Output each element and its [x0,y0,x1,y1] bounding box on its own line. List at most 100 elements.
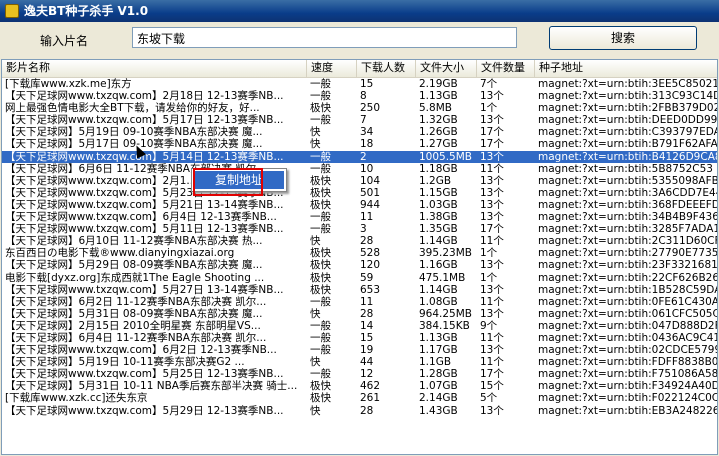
table-row[interactable]: 【天下足球网www.txzqw.com】2月18日 12-13赛季NB... 一般… [2,90,717,102]
table-cell: 1.13GB [419,90,458,103]
copy-address-menu-item[interactable]: 复制地址 [194,171,284,189]
table-cell: magnet:?xt=urn:btih:F022124C0C [538,392,718,405]
search-button[interactable]: 搜索 [549,26,697,50]
table-cell: magnet:?xt=urn:btih:3EE5C85021 [538,78,718,90]
table-cell: magnet:?xt=urn:btih:34B4B9F436 [538,211,718,224]
table-cell: 11个 [480,295,504,308]
table-row[interactable]: 【天下足球网】5月17日 09-10赛季NBA东部决赛 魔... 快 18 1.27G… [2,138,717,150]
table-cell: 1.15GB [419,186,458,199]
table-cell: 【天下足球网www.txzqw.com】5月27日 13-14赛季NB... [5,283,284,296]
table-row[interactable]: 【天下足球网www.txzqw.com】6月4日 12-13赛季NB... 一般 1… [2,211,717,223]
table-row[interactable]: 【天下足球网www.txzqw.com】2月1... 极快 104 1.2GB 13个 m… [2,175,717,187]
table-cell: 13个 [480,307,504,320]
table-row[interactable]: 网上最强色情电影大全BT下载，请发给你的好友，好... 极快 250 5.8MB 1个 m… [2,102,717,114]
table-row[interactable]: 【天下足球网www.txzqw.com】5月27日 13-14赛季NB... 极快… [2,284,717,296]
table-cell: 11 [360,211,374,224]
list-rows: [下载库www.xzk.me]东方 一般 15 2.19GB 7个 magnet:?xt=… [2,78,717,417]
table-cell: 17个 [480,223,504,236]
table-cell: 1.38GB [419,211,458,224]
table-cell: magnet:?xt=urn:btih:047D888D2F [538,319,718,332]
table-cell: 13个 [480,90,504,103]
table-row[interactable]: 【天下足球网】5月19日 10-11赛季东部决赛G2 ... 快 44 1.1GB 11… [2,356,717,368]
table-row[interactable]: 【天下足球网www.txzqw.com】5月29日 12-13赛季NB... 快 2… [2,405,717,417]
table-cell: magnet:?xt=urn:btih:0436AC9C41 [538,331,718,344]
table-cell: magnet:?xt=urn:btih:313C93C14D [538,90,718,103]
table-cell: 653 [360,283,381,296]
column-header-speed[interactable]: 速度 [307,60,357,77]
table-cell: 17个 [480,138,504,151]
table-row[interactable]: 【天下足球网】5月31日 10-11 NBA季后赛东部半决赛 骑士... 极快 46… [2,380,717,392]
table-cell: magnet:?xt=urn:btih:B4126D9CA8 [538,150,718,163]
table-cell: 13个 [480,174,504,187]
table-cell: 【天下足球网www.txzqw.com】5月21日 13-14赛季NB... [5,198,284,211]
table-cell: 一般 [310,368,331,381]
table-cell: 1个 [480,102,498,115]
table-row[interactable]: 【天下足球网】6月2日 11-12赛季NBA东部决赛 凯尔... 一般 11 1.08… [2,296,717,308]
search-label: 输入片名 [40,34,89,48]
table-cell: 28 [360,235,374,248]
table-cell: 18 [360,138,374,151]
table-cell: 104 [360,174,381,187]
table-cell: 【天下足球网】5月31日 10-11 NBA季后赛东部半决赛 骑士... [5,380,298,393]
table-cell: magnet:?xt=urn:btih:F751086A58 [538,368,718,381]
table-row[interactable]: 【天下足球网www.txzqw.com】5月17日 12-13赛季NB... 一般… [2,114,717,126]
search-input[interactable]: 东坡下载 [132,27,517,48]
table-row[interactable]: 【天下足球网】5月19日 09-10赛季NBA东部决赛 魔... 快 34 1.26G… [2,126,717,138]
table-cell: magnet:?xt=urn:btih:3A6CDD7E44 [538,186,718,199]
table-cell: 11个 [480,162,504,175]
table-cell: 13个 [480,114,504,127]
table-cell: 极快 [310,174,331,187]
table-cell: 11 [360,295,374,308]
table-row[interactable]: 【天下足球网www.txzqw.com】5月23日 12-13赛季NB... 极快… [2,187,717,199]
table-cell: 1.17GB [419,344,458,357]
table-cell: 15 [360,78,374,90]
table-row[interactable]: 【天下足球网www.txzqw.com】5月11日 12-13赛季NB... 一般… [2,223,717,235]
column-header-size[interactable]: 文件大小 [416,60,477,77]
table-cell: 【天下足球网】6月4日 11-12赛季NBA东部决赛 凯尔... [5,331,267,344]
table-cell: 1.14GB [419,283,458,296]
table-cell: 1.08GB [419,295,458,308]
table-row[interactable]: 【天下足球网】5月31日 08-09赛季NBA东部决赛 魔... 快 28 964.2… [2,308,717,320]
table-cell: 1个 [480,271,498,284]
table-cell: 44 [360,356,374,369]
table-cell: 2 [360,150,367,163]
table-cell: 【天下足球网】6月2日 11-12赛季NBA东部决赛 凯尔... [5,295,267,308]
table-row[interactable]: 【天下足球网】2月15日 2010全明星赛 东部明星VS... 一般 14 384.1… [2,320,717,332]
table-row[interactable]: 【天下足球网】5月29日 08-09赛季NBA东部决赛 魔... 极快 120 1.1… [2,259,717,271]
table-cell: 一般 [310,90,331,103]
table-cell: 快 [310,138,321,151]
table-cell: 东百西日の电影下载®www.dianyingxiazai.org [5,247,235,260]
column-header-magnet[interactable]: 种子地址 [535,60,717,77]
table-row[interactable]: [下载库www.xzk.cc]还失东京 极快 261 2.14GB 5个 magnet:?… [2,392,717,404]
table-cell: 1.18GB [419,162,458,175]
table-cell: 【天下足球网www.txzqw.com】5月17日 12-13赛季NB... [5,114,284,127]
table-cell: 极快 [310,283,331,296]
table-row[interactable]: 【天下足球网www.txzqw.com】5月25日 12-13赛季NB... 一般… [2,368,717,380]
table-cell: 一般 [310,162,331,175]
table-row[interactable]: 电影下载[dyxz.org]东成西就1The Eagle Shooting ..… [2,272,717,284]
column-header-title[interactable]: 影片名称 [2,60,307,77]
table-cell: 384.15KB [419,319,470,332]
results-list[interactable]: 影片名称 速度 下载人数 文件大小 文件数量 种子地址 [下载库www.xzk.… [1,59,718,455]
table-row[interactable]: 【天下足球网】6月4日 11-12赛季NBA东部决赛 凯尔... 一般 15 1.13… [2,332,717,344]
column-header-downloaders[interactable]: 下载人数 [357,60,416,77]
table-row[interactable]: 【天下足球网】6月6日 11-12赛季NBA东部决赛 凯尔... 一般 10 1.18… [2,163,717,175]
table-cell: 极快 [310,380,331,393]
table-row[interactable]: 【天下足球网www.txzqw.com】5月14日 12-13赛季NB... 一般… [2,150,718,163]
table-row[interactable]: [下载库www.xzk.me]东方 一般 15 2.19GB 7个 magnet:?xt=… [2,78,717,90]
table-cell: magnet:?xt=urn:btih:FDFF8838B0 [538,356,718,369]
table-cell: 快 [310,126,321,139]
table-cell: [下载库www.xzk.me]东方 [5,78,132,90]
table-row[interactable]: 【天下足球网www.txzqw.com】6月2日 12-13赛季NB... 一般 1… [2,344,717,356]
table-row[interactable]: 【天下足球网】6月10日 11-12赛季NBA东部决赛 热... 快 28 1.14G… [2,235,717,247]
table-cell: magnet:?xt=urn:btih:0FE61C430A [538,295,718,308]
table-row[interactable]: 【天下足球网www.txzqw.com】5月21日 13-14赛季NB... 极快… [2,199,717,211]
table-cell: 1.35GB [419,223,458,236]
table-cell: 14 [360,319,374,332]
table-cell: magnet:?xt=urn:btih:02CDCE5799 [538,344,718,357]
table-cell: 13个 [480,404,504,417]
column-header-file-count[interactable]: 文件数量 [477,60,535,77]
table-cell: 395.23MB [419,247,473,260]
table-cell: 19 [360,344,374,357]
table-row[interactable]: 东百西日の电影下载®www.dianyingxiazai.org 极快 528 395… [2,247,717,259]
